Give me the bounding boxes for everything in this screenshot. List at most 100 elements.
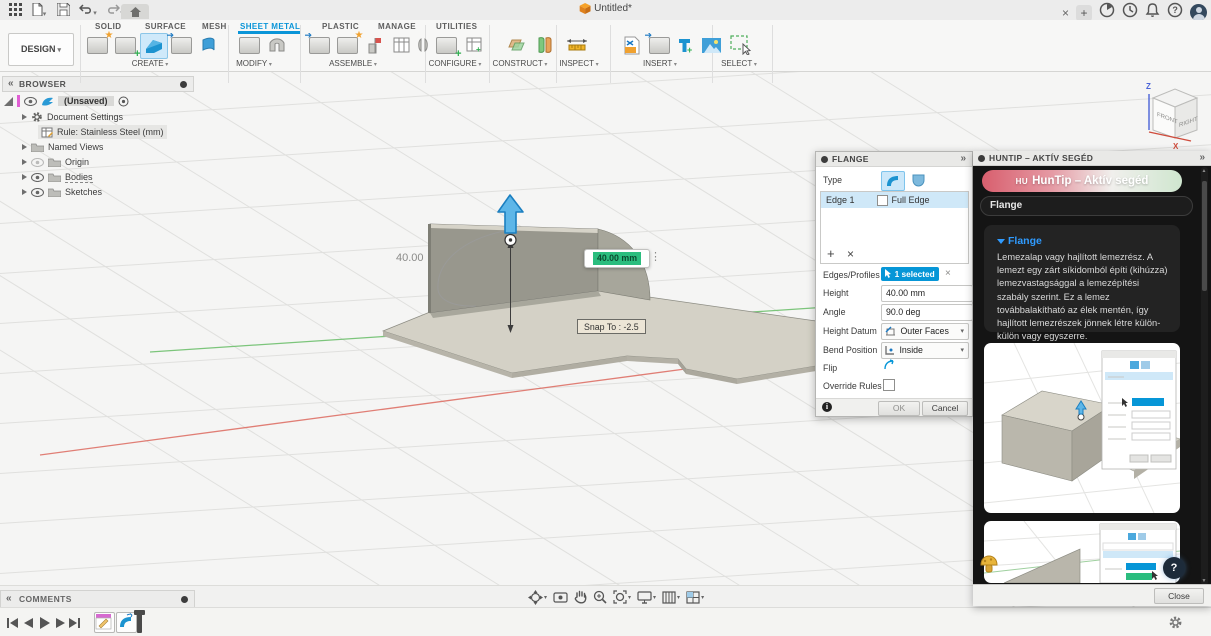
visibility-eye-off-icon[interactable] bbox=[31, 158, 44, 167]
orbit-icon[interactable]: ▾ bbox=[528, 590, 547, 605]
collapsed-arrow-icon[interactable] bbox=[22, 174, 27, 180]
construct-plane-icon[interactable] bbox=[503, 33, 529, 57]
file-menu-icon[interactable]: ▾ bbox=[28, 3, 50, 17]
fit-icon[interactable]: ▾ bbox=[613, 590, 631, 604]
visibility-eye-icon[interactable] bbox=[31, 188, 44, 197]
save-icon[interactable] bbox=[55, 3, 71, 17]
browser-row-document-settings[interactable]: Document Settings bbox=[22, 110, 123, 124]
tab-plastic[interactable]: PLASTIC bbox=[322, 22, 359, 31]
construct-axis-icon[interactable] bbox=[531, 33, 557, 57]
huntip-mascot-icon[interactable] bbox=[980, 555, 998, 578]
tutorial-image-1[interactable] bbox=[984, 343, 1180, 513]
insert-svg-icon[interactable] bbox=[618, 33, 644, 57]
flange-type-edge-button[interactable] bbox=[881, 171, 905, 191]
timeline-step-back-icon[interactable] bbox=[22, 616, 35, 629]
flip-button[interactable] bbox=[883, 359, 895, 373]
browser-row-named-views[interactable]: Named Views bbox=[22, 140, 103, 154]
collapsed-arrow-icon[interactable] bbox=[22, 144, 27, 150]
unfold-icon[interactable] bbox=[168, 33, 194, 57]
timeline-position-marker[interactable] bbox=[137, 610, 142, 633]
close-document-icon[interactable] bbox=[1062, 6, 1069, 20]
group-construct[interactable]: CONSTRUCT bbox=[486, 59, 554, 68]
group-select[interactable]: SELECT bbox=[708, 59, 770, 68]
collapsed-arrow-icon[interactable] bbox=[22, 159, 27, 165]
browser-display-icon[interactable] bbox=[180, 81, 187, 88]
ok-button[interactable]: OK bbox=[878, 401, 920, 416]
browser-root-row[interactable]: (Unsaved) bbox=[4, 94, 129, 108]
measure-icon[interactable] bbox=[564, 33, 590, 57]
timeline-go-to-start-icon[interactable] bbox=[6, 616, 19, 629]
timeline-play-icon[interactable] bbox=[38, 616, 51, 629]
pan-icon[interactable] bbox=[574, 590, 587, 604]
flange-dialog-header[interactable]: FLANGE bbox=[816, 152, 972, 167]
huntip-search-input[interactable]: Flange bbox=[980, 196, 1193, 216]
topic-title[interactable]: Flange bbox=[997, 235, 1042, 247]
group-insert[interactable]: INSERT bbox=[628, 59, 692, 68]
timeline-go-to-end-icon[interactable] bbox=[68, 616, 81, 629]
tab-utilities[interactable]: UTILITIES bbox=[436, 22, 477, 31]
insert-derive-icon[interactable] bbox=[306, 33, 332, 57]
cancel-button[interactable]: Cancel bbox=[922, 401, 968, 416]
data-panel-grid-icon[interactable] bbox=[7, 3, 23, 17]
configuration-table-icon[interactable]: + bbox=[461, 33, 487, 57]
dimension-value-input[interactable]: 40.00 mm bbox=[584, 249, 650, 268]
new-sheet-metal-part-icon[interactable] bbox=[84, 33, 110, 57]
settings-gear-icon[interactable] bbox=[1168, 615, 1183, 635]
group-create[interactable]: CREATE bbox=[118, 59, 182, 68]
user-avatar[interactable] bbox=[1190, 4, 1207, 21]
add-edge-icon[interactable]: + bbox=[827, 246, 835, 261]
comments-bar[interactable]: COMMENTS bbox=[0, 590, 195, 608]
tab-manage[interactable]: MANAGE bbox=[378, 22, 416, 31]
info-icon[interactable]: i bbox=[822, 402, 832, 412]
zoom-icon[interactable] bbox=[593, 590, 607, 604]
browser-row-origin[interactable]: Origin bbox=[22, 155, 89, 169]
modify-flange-icon[interactable] bbox=[236, 33, 262, 57]
timeline-sketch-feature[interactable] bbox=[94, 612, 115, 633]
height-input[interactable]: 40.00 mm bbox=[881, 285, 973, 302]
override-rules-checkbox[interactable] bbox=[883, 379, 895, 391]
comments-expand-icon[interactable] bbox=[181, 596, 188, 603]
browser-row-sketches[interactable]: Sketches bbox=[22, 185, 102, 199]
configure-part-icon[interactable] bbox=[433, 33, 459, 57]
tab-mesh[interactable]: MESH bbox=[202, 22, 227, 31]
joint-icon[interactable] bbox=[362, 33, 388, 57]
close-button[interactable]: Close bbox=[1154, 588, 1204, 604]
root-document-label[interactable]: (Unsaved) bbox=[58, 96, 114, 106]
dimension-input-handle-icon[interactable]: ⋮ bbox=[650, 250, 661, 263]
insert-mcmaster-icon[interactable]: + bbox=[672, 33, 698, 57]
create-flange-icon[interactable] bbox=[140, 33, 168, 59]
tutorial-image-2[interactable] bbox=[984, 521, 1180, 583]
grid-snap-icon[interactable]: ▾ bbox=[662, 591, 680, 604]
expanded-arrow-icon[interactable] bbox=[4, 97, 13, 106]
huntip-panel-header[interactable]: HUNTIP – AKTÍV SEGÉD bbox=[973, 151, 1211, 166]
new-tab-icon[interactable] bbox=[1076, 5, 1092, 21]
convert-to-sheet-metal-icon[interactable] bbox=[112, 33, 138, 57]
visibility-eye-icon[interactable] bbox=[24, 97, 37, 106]
edge-list-row[interactable]: Edge 1 Full Edge bbox=[821, 192, 968, 208]
select-tool-icon[interactable] bbox=[728, 33, 754, 57]
clear-selection-icon[interactable]: × bbox=[945, 268, 951, 279]
full-edge-checkbox[interactable] bbox=[877, 195, 888, 206]
edges-selected-chip[interactable]: 1 selected bbox=[881, 267, 939, 281]
thicken-icon[interactable] bbox=[196, 33, 222, 57]
insert-canvas-icon[interactable] bbox=[698, 33, 724, 57]
flange-type-hem-button[interactable] bbox=[907, 171, 929, 189]
group-modify[interactable]: MODIFY bbox=[222, 59, 286, 68]
group-configure[interactable]: CONFIGURE bbox=[421, 59, 489, 68]
browser-row-bodies[interactable]: Bodies bbox=[22, 170, 93, 184]
activate-radio-icon[interactable] bbox=[118, 96, 129, 107]
tab-sheet-metal[interactable]: SHEET METAL bbox=[240, 22, 300, 31]
view-cube[interactable]: Z X FRONT RIGHT bbox=[1133, 78, 1211, 150]
angle-input[interactable]: 90.0 deg bbox=[881, 304, 973, 321]
browser-row-rule[interactable]: Rule: Stainless Steel (mm) bbox=[38, 125, 167, 139]
insert-derive-design-icon[interactable] bbox=[646, 33, 672, 57]
viewports-icon[interactable]: ▾ bbox=[686, 591, 704, 604]
group-inspect[interactable]: INSPECT bbox=[548, 59, 610, 68]
visibility-eye-icon[interactable] bbox=[31, 173, 44, 182]
huntip-help-button[interactable] bbox=[1163, 557, 1185, 579]
new-component-icon[interactable] bbox=[334, 33, 360, 57]
browser-header[interactable]: BROWSER bbox=[2, 76, 194, 92]
undo-icon[interactable]: ▾ bbox=[76, 3, 100, 17]
height-datum-select[interactable]: Outer Faces bbox=[881, 323, 969, 340]
display-settings-icon[interactable]: ▾ bbox=[637, 591, 656, 604]
